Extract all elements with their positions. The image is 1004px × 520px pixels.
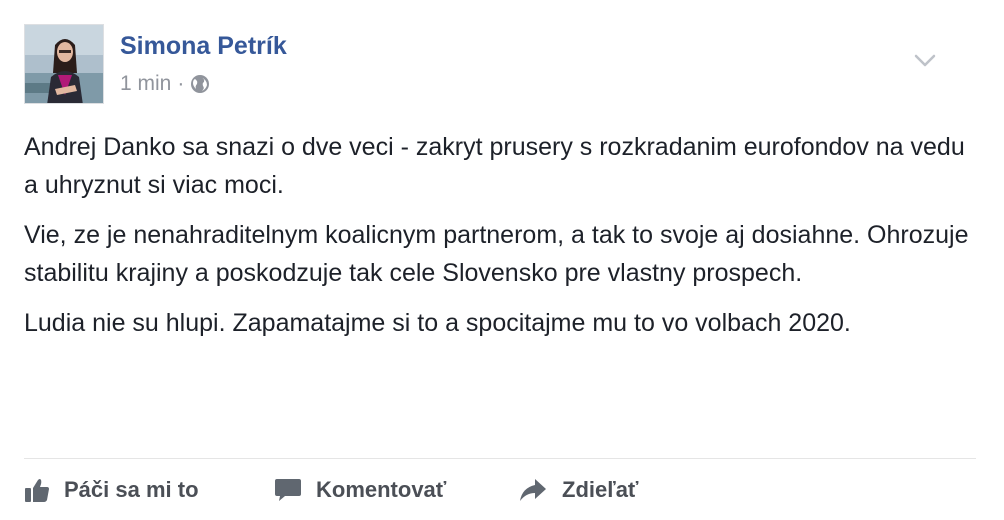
share-label: Zdieľať [562,477,639,502]
post-timestamp[interactable]: 1 min [120,72,171,96]
post-paragraph: Vie, ze je nenahraditelnym koalicnym par… [24,221,969,287]
post-paragraph: Ludia nie su hlupi. Zapamatajme si to a … [24,309,851,337]
comment-label: Komentovať [316,477,447,502]
post-paragraph: Andrej Danko sa snazi o dve veci - zakry… [24,133,965,199]
post-actions: Páči sa mi to Komentovať Zdieľať [24,470,976,510]
author-name[interactable]: Simona Petrík [120,32,287,61]
like-button[interactable]: Páči sa mi to [24,470,199,510]
divider [24,458,976,459]
comment-button[interactable]: Komentovať [274,470,446,510]
like-label: Páči sa mi to [64,477,199,502]
meta-separator: · [177,72,185,95]
post-meta: 1 min · [120,72,210,96]
globe-icon[interactable] [190,74,210,94]
share-button[interactable]: Zdieľať [518,470,638,510]
avatar-photo [25,25,103,103]
avatar[interactable] [24,24,104,104]
speech-bubble-icon [275,479,301,501]
share-arrow-icon [520,479,546,501]
post-text: Andrej Danko sa snazi o dve veci - zakry… [24,128,984,354]
post-header: Simona Petrík 1 min · [24,24,964,104]
facebook-post: Simona Petrík 1 min · Andrej Danko sa sn… [0,0,1004,520]
thumbs-up-icon [25,479,49,502]
chevron-down-icon[interactable] [914,54,936,68]
